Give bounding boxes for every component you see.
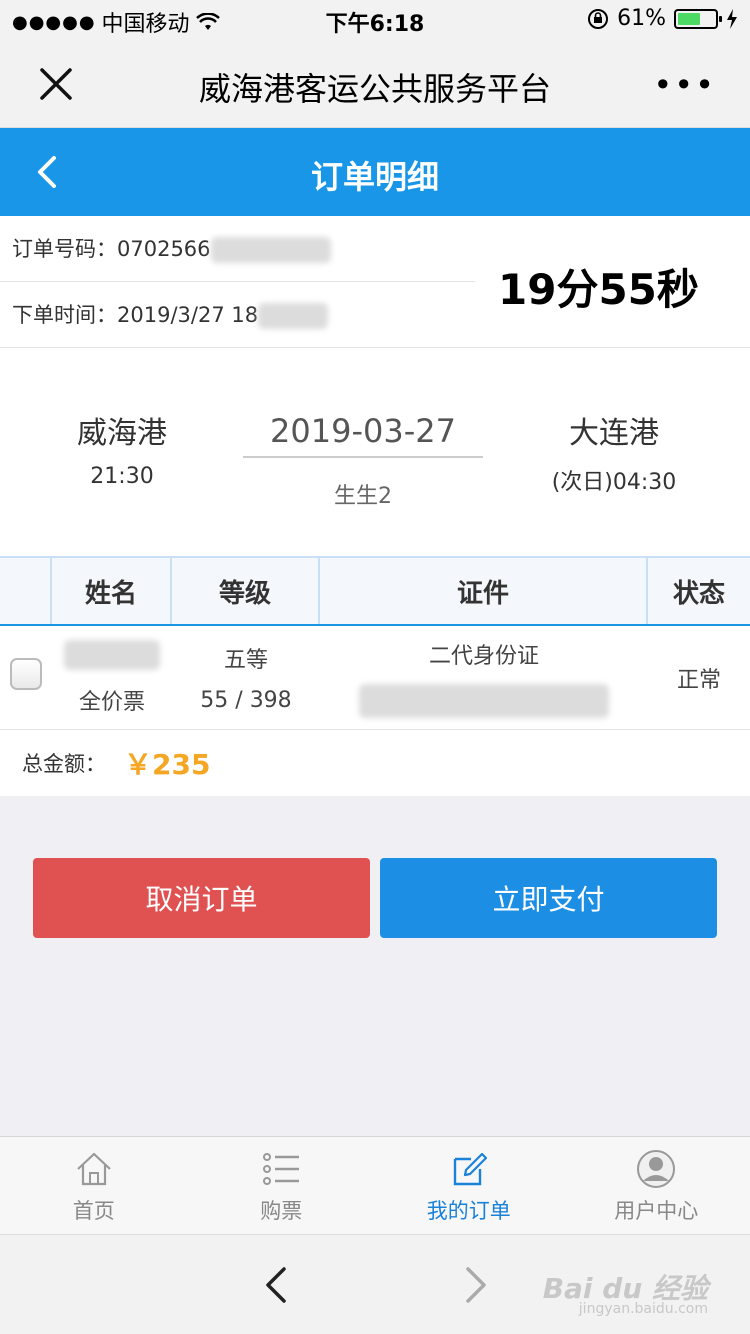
tab-bar: 首页 购票 我的订单 用户中心 <box>0 1136 750 1234</box>
passenger-checkbox[interactable] <box>10 658 42 690</box>
ticket-type: 全价票 <box>78 689 145 715</box>
header-id: 证件 <box>320 558 648 624</box>
more-icon[interactable]: ••• <box>653 66 716 104</box>
browser-back-icon[interactable] <box>258 1263 298 1307</box>
header-class: 等级 <box>172 558 320 624</box>
arrival-port: 大连港 <box>569 416 659 451</box>
table-header: 姓名 等级 证件 状态 <box>0 556 750 626</box>
redacted-area <box>258 303 329 329</box>
edit-icon <box>453 1152 487 1186</box>
tab-my-orders-label: 我的订单 <box>426 1199 511 1223</box>
user-icon <box>637 1150 676 1188</box>
tab-my-orders[interactable]: 我的订单 <box>375 1137 563 1234</box>
seat-class: 五等 <box>223 648 268 673</box>
page-header: 订单明细 <box>0 128 750 216</box>
departure-port: 威海港 <box>77 416 167 451</box>
total-row: 总金额： ￥235 <box>0 730 750 796</box>
browser-forward-icon[interactable] <box>454 1263 494 1307</box>
total-label: 总金额： <box>22 752 106 776</box>
voyage-date: 2019-03-27 <box>243 412 483 458</box>
header-select <box>0 558 52 624</box>
id-type: 二代身份证 <box>428 643 539 669</box>
list-icon <box>263 1153 300 1185</box>
battery-percent: 61% <box>617 6 666 31</box>
passenger-status: 正常 <box>676 667 721 693</box>
tab-buy-ticket-label: 购票 <box>260 1199 303 1223</box>
departure-time: 21:30 <box>90 464 154 489</box>
order-number-label: 订单号码： <box>12 237 117 261</box>
order-time-value: 2019/3/27 18 <box>117 303 259 327</box>
redacted-area <box>210 237 331 263</box>
redacted-id-number <box>359 683 609 718</box>
order-number-row: 订单号码：0702566 <box>0 216 475 282</box>
arrival: 大连港 (次日)04:30 <box>514 408 714 496</box>
seat-availability: 55 / 398 <box>200 688 292 713</box>
table-row: 全价票 五等 55 / 398 二代身份证 正常 <box>0 626 750 730</box>
home-icon <box>76 1152 111 1186</box>
passenger-table: 姓名 等级 证件 状态 全价票 五等 55 / 398 二代身份证 正常 <box>0 556 750 730</box>
watermark-url: jingyan.baidu.com <box>578 1301 708 1317</box>
order-time-label: 下单时间： <box>12 303 117 327</box>
voyage-date-ship: 2019-03-27 生生2 <box>243 412 483 510</box>
webview-title: 威海港客运公共服务平台 <box>198 70 551 108</box>
voyage-info: 威海港 21:30 2019-03-27 生生2 大连港 (次日)04:30 <box>0 348 750 556</box>
rotation-lock-icon <box>588 8 609 29</box>
tab-buy-ticket[interactable]: 购票 <box>188 1137 376 1234</box>
total-amount: ￥235 <box>124 748 211 781</box>
pay-now-button[interactable]: 立即支付 <box>380 858 717 938</box>
page-title: 订单明细 <box>310 158 439 196</box>
status-bar: ●●●●● 中国移动 下午6:18 61% <box>0 0 750 40</box>
order-info: 订单号码：0702566 下单时间：2019/3/27 18 19分55秒 <box>0 216 750 348</box>
tab-home-label: 首页 <box>72 1199 115 1223</box>
order-time-row: 下单时间：2019/3/27 18 <box>0 282 475 348</box>
ship-name: 生生2 <box>334 484 392 509</box>
redacted-name <box>64 639 160 670</box>
battery-icon <box>674 8 722 29</box>
webview-header: 威海港客运公共服务平台 ••• <box>0 40 750 128</box>
arrival-time: (次日)04:30 <box>551 470 677 495</box>
payment-countdown: 19分55秒 <box>498 265 699 314</box>
tab-user-center-label: 用户中心 <box>614 1199 699 1223</box>
header-name: 姓名 <box>52 558 172 624</box>
tab-home[interactable]: 首页 <box>0 1137 188 1234</box>
order-number-value: 0702566 <box>117 237 211 261</box>
header-status: 状态 <box>672 578 725 609</box>
departure: 威海港 21:30 <box>22 408 222 489</box>
cancel-order-button[interactable]: 取消订单 <box>33 858 370 938</box>
browser-toolbar: Bai du 经验 jingyan.baidu.com <box>0 1234 750 1334</box>
tab-user-center[interactable]: 用户中心 <box>563 1137 750 1234</box>
charging-icon <box>727 8 737 29</box>
